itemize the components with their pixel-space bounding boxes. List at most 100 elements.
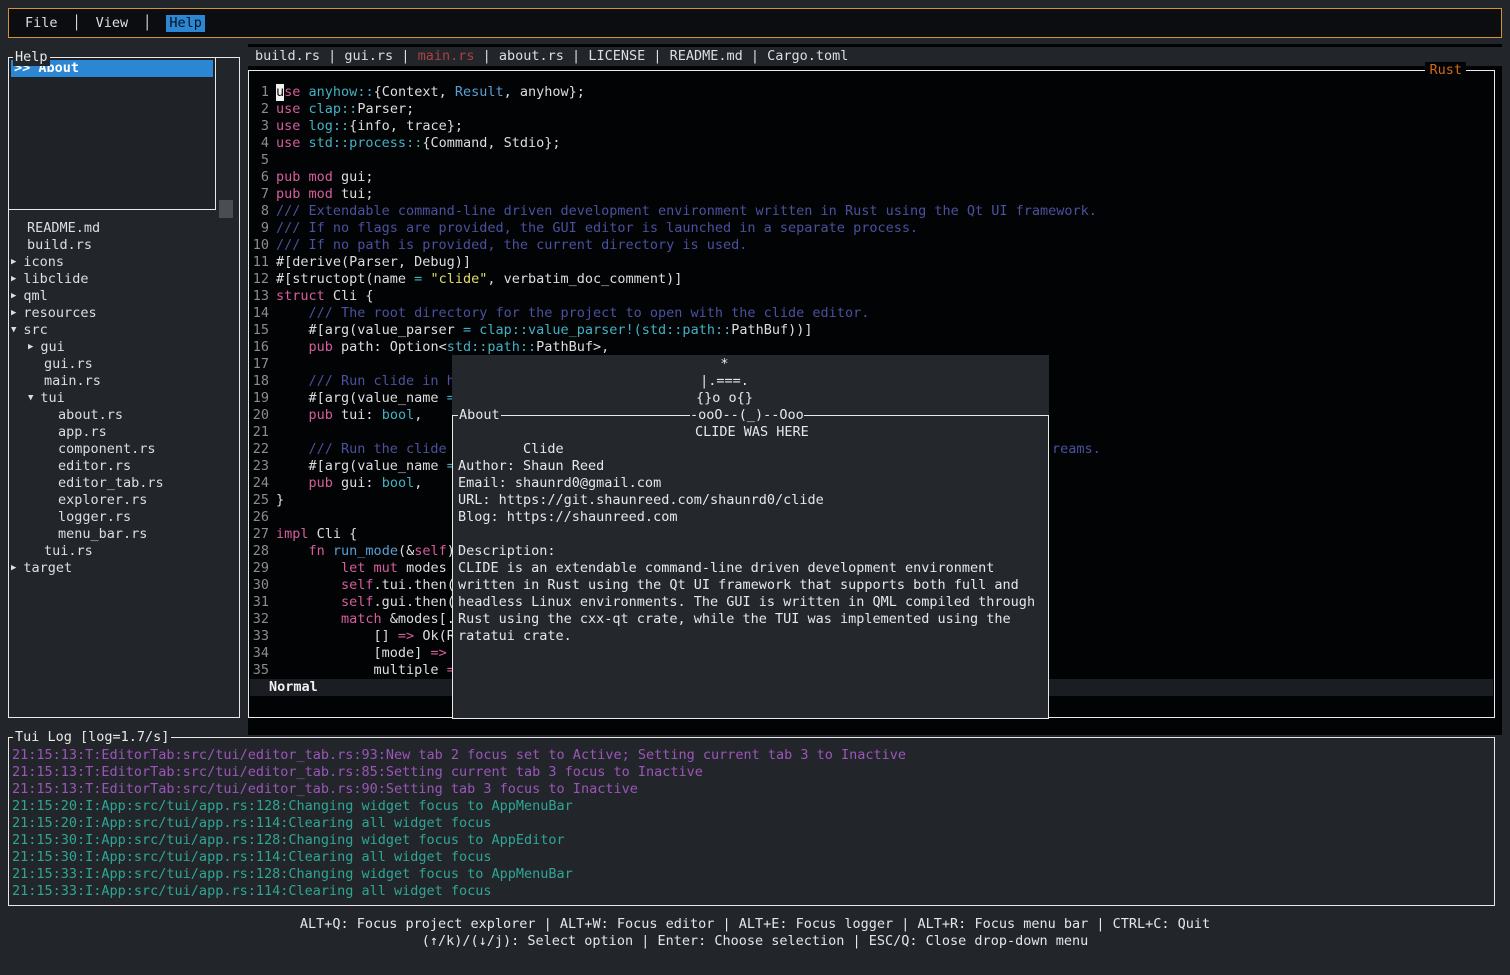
tree-item-src[interactable]: ▼src [9, 322, 239, 339]
tree-item-libclide[interactable]: ▶libclide [9, 271, 239, 288]
about-field: Email: shaunrd0@gmail.com [458, 475, 1048, 492]
explorer-scrollbar-thumb[interactable] [219, 200, 233, 218]
menu-item-view[interactable]: View [96, 15, 129, 32]
tree-item-label: tui [40, 390, 64, 407]
code-token: use [276, 101, 300, 118]
clide-tui-app: { "menu": { "items": [ { "label": "File"… [0, 0, 1510, 975]
tree-item-main.rs[interactable]: main.rs [9, 373, 239, 390]
about-description: CLIDE is an extendable command-line driv… [458, 560, 1048, 645]
tree-item-editor_tab.rs[interactable]: editor_tab.rs [9, 475, 239, 492]
tree-item-README.md[interactable]: README.md [9, 220, 239, 237]
about-fields: Author: Shaun ReedEmail: shaunrd0@gmail.… [458, 458, 1048, 526]
code-token: Ok(R [414, 628, 455, 645]
code-token: anyhow:: [309, 84, 374, 101]
about-description-line: CLIDE is an extendable command-line driv… [458, 560, 1048, 577]
code-token: self [341, 594, 374, 611]
code-line-7[interactable]: 7pub mod tui; [249, 186, 1494, 203]
code-token: self [341, 577, 374, 594]
code-token: se [284, 84, 300, 101]
code-token: PathBuf))] [731, 322, 812, 339]
code-line-15[interactable]: 15 #[arg(value_parser = clap::value_pars… [249, 322, 1494, 339]
code-line-3[interactable]: 3use log::{info, trace}; [249, 118, 1494, 135]
code-token: pub mod [276, 169, 333, 186]
menu-separator: │ [143, 15, 151, 32]
tree-item-menu_bar.rs[interactable]: menu_bar.rs [9, 526, 239, 543]
tree-item-app.rs[interactable]: app.rs [9, 424, 239, 441]
menu-bar: File│View│Help [8, 8, 1502, 38]
tab-LICENSE[interactable]: LICENSE [588, 48, 645, 65]
code-line-16[interactable]: 16 pub path: Option<std::path::PathBuf>, [249, 339, 1494, 356]
code-token: struct [276, 288, 325, 305]
line-number: 11 [249, 254, 269, 271]
tab-Cargo.toml[interactable]: Cargo.toml [767, 48, 848, 65]
tree-item-tui.rs[interactable]: tui.rs [9, 543, 239, 560]
code-token: PathBuf>, [536, 339, 609, 356]
line-number: 21 [249, 424, 269, 441]
tree-item-logger.rs[interactable]: logger.rs [9, 509, 239, 526]
tree-item-about.rs[interactable]: about.rs [9, 407, 239, 424]
code-token: tui: [333, 407, 382, 424]
about-description-line: Rust using the cxx-qt crate, while the T… [458, 611, 1048, 628]
about-description-line: headless Linux environments. The GUI is … [458, 594, 1048, 611]
tree-item-component.rs[interactable]: component.rs [9, 441, 239, 458]
code-line-14[interactable]: 14 /// The root directory for the projec… [249, 305, 1494, 322]
code-line-1[interactable]: 1use anyhow::{Context, Result, anyhow}; [249, 84, 1494, 101]
code-token: clap:: [479, 322, 528, 339]
code-token: Cli { [325, 288, 374, 305]
about-popup-content: Clide CLIDE WAS HERE Author: Shaun ReedE… [453, 416, 1048, 645]
code-token: gui; [333, 169, 374, 186]
tree-item-icons[interactable]: ▶icons [9, 254, 239, 271]
line-number: 33 [249, 628, 269, 645]
code-line-2[interactable]: 2use clap::Parser; [249, 101, 1494, 118]
code-token: impl [276, 526, 309, 543]
code-line-4[interactable]: 4use std::process::{Command, Stdio}; [249, 135, 1494, 152]
line-number: 31 [249, 594, 269, 611]
tree-item-label: menu_bar.rs [58, 526, 147, 543]
tab-main.rs[interactable]: main.rs [418, 48, 475, 65]
code-line-13[interactable]: 13struct Cli { [249, 288, 1494, 305]
code-line-11[interactable]: 11#[derive(Parser, Debug)] [249, 254, 1494, 271]
code-line-9[interactable]: 9/// If no flags are provided, the GUI e… [249, 220, 1494, 237]
code-line-10[interactable]: 10/// If no path is provided, the curren… [249, 237, 1494, 254]
chevron-expanded-icon: ▼ [28, 390, 33, 407]
menu-items: File│View│Help [25, 15, 205, 32]
tab-gui.rs[interactable]: gui.rs [344, 48, 393, 65]
line-number: 7 [249, 186, 269, 203]
tab-build.rs[interactable]: build.rs [255, 48, 320, 65]
ascii-art-line: |.===. [452, 373, 1049, 390]
code-line-8[interactable]: 8/// Extendable command-line driven deve… [249, 203, 1494, 220]
line-number: 8 [249, 203, 269, 220]
tree-item-target[interactable]: ▶target [9, 560, 239, 577]
code-token [276, 543, 309, 560]
menu-item-help[interactable]: Help [166, 15, 205, 32]
code-line-12[interactable]: 12#[structopt(name = "clide", verbatim_d… [249, 271, 1494, 288]
code-token: bool [382, 475, 415, 492]
help-dropdown-title: Help [13, 49, 50, 66]
tree-item-resources[interactable]: ▶resources [9, 305, 239, 322]
tab-README.md[interactable]: README.md [670, 48, 743, 65]
tree-item-gui.rs[interactable]: gui.rs [9, 356, 239, 373]
code-token: pub [276, 475, 333, 492]
code-line-6[interactable]: 6pub mod gui; [249, 169, 1494, 186]
menu-item-file[interactable]: File [25, 15, 58, 32]
code-token [276, 560, 341, 577]
tree-item-gui[interactable]: ▶gui [9, 339, 239, 356]
tree-item-qml[interactable]: ▶qml [9, 288, 239, 305]
code-token: log:: [309, 118, 350, 135]
code-token: pub mod [276, 186, 333, 203]
tree-item-tui[interactable]: ▼ tui [9, 390, 239, 407]
tree-item-explorer.rs[interactable]: explorer.rs [9, 492, 239, 509]
tab-about.rs[interactable]: about.rs [499, 48, 564, 65]
tree-item-label: icons [23, 254, 64, 271]
tree-item-editor.rs[interactable]: editor.rs [9, 458, 239, 475]
code-line-5[interactable]: 5 [249, 152, 1494, 169]
tree-item-build.rs[interactable]: build.rs [9, 237, 239, 254]
tree-item-label: libclide [23, 271, 88, 288]
log-line-info: 21:15:30:I:App:src/tui/app.rs:114:Cleari… [12, 849, 1494, 866]
code-token: } [276, 492, 284, 509]
code-token: clap:: [309, 101, 358, 118]
code-token [422, 271, 430, 288]
code-token [276, 611, 341, 628]
tree-item-label: editor_tab.rs [58, 475, 164, 492]
code-token: Cli { [309, 526, 358, 543]
